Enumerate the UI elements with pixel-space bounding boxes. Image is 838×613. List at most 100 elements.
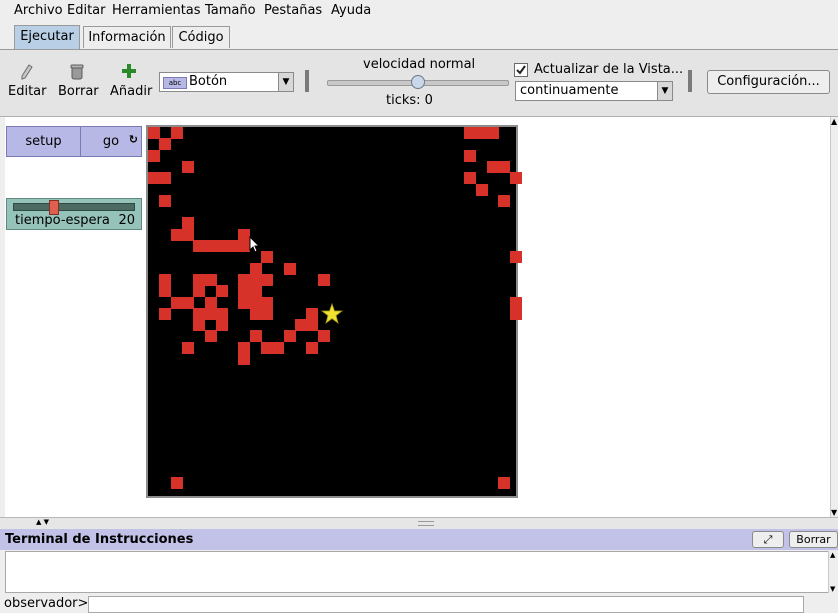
red-patch bbox=[283, 262, 296, 275]
tab-codigo[interactable]: Código bbox=[172, 26, 230, 48]
red-patch bbox=[509, 296, 522, 309]
red-patch bbox=[204, 307, 217, 320]
delete-button[interactable]: Borrar bbox=[56, 62, 102, 102]
red-patch bbox=[170, 228, 183, 241]
red-patch bbox=[238, 285, 251, 298]
red-patch bbox=[159, 172, 172, 185]
red-patch bbox=[148, 172, 160, 185]
update-view-label: Actualizar de la Vista... bbox=[534, 62, 684, 77]
menu-pestanas[interactable]: Pestañas bbox=[264, 3, 322, 18]
menu-editar[interactable]: Editar bbox=[67, 3, 106, 18]
menu-herramientas[interactable]: Herramientas bbox=[112, 3, 201, 18]
red-patch bbox=[306, 341, 319, 354]
edit-button[interactable]: Editar bbox=[6, 62, 48, 102]
red-patch bbox=[261, 251, 273, 264]
splitter-arrows-icon[interactable]: ▲ ▼ bbox=[36, 518, 49, 526]
red-patch bbox=[475, 183, 488, 196]
red-patch bbox=[215, 240, 228, 252]
red-patch bbox=[181, 228, 194, 241]
red-patch bbox=[204, 273, 217, 286]
toolbar: Editar Borrar Añadir abc Botón ▼ velocid… bbox=[0, 50, 838, 117]
red-patch bbox=[509, 251, 522, 264]
menu-tamano[interactable]: Tamaño bbox=[205, 3, 256, 18]
red-patch bbox=[238, 296, 251, 309]
mouse-cursor-icon bbox=[249, 236, 261, 253]
red-patch bbox=[261, 273, 273, 286]
chevron-down-icon: ▼ bbox=[278, 73, 293, 91]
red-patch bbox=[487, 127, 499, 139]
update-mode-select[interactable]: continuamente ▼ bbox=[515, 81, 673, 101]
update-view-checkbox[interactable] bbox=[514, 63, 528, 77]
red-patch bbox=[193, 285, 206, 298]
red-patch bbox=[464, 127, 477, 139]
slider-value: 20 bbox=[118, 213, 135, 228]
red-patch bbox=[238, 273, 251, 286]
settings-button[interactable]: Configuración... bbox=[707, 70, 830, 94]
red-patch bbox=[306, 307, 319, 320]
red-patch bbox=[475, 127, 488, 139]
output-scrollbar[interactable]: ▲ ▼ bbox=[828, 551, 838, 593]
command-output-area bbox=[5, 551, 830, 593]
go-label: go bbox=[102, 134, 120, 149]
expand-terminal-button[interactable]: ⤢ bbox=[752, 531, 784, 548]
tab-informacion[interactable]: Información bbox=[83, 26, 171, 48]
red-patch bbox=[487, 160, 499, 173]
chevron-down-icon: ▼ bbox=[657, 82, 672, 100]
red-patch bbox=[464, 172, 477, 185]
world-view[interactable] bbox=[146, 125, 522, 498]
red-patch bbox=[317, 273, 330, 286]
update-mode-value: continuamente bbox=[520, 83, 619, 98]
add-label: Añadir bbox=[110, 84, 153, 99]
scroll-up-icon[interactable]: ▲ bbox=[830, 551, 835, 559]
button-widget-icon: abc bbox=[163, 77, 187, 89]
red-patch bbox=[159, 194, 172, 207]
trash-icon bbox=[70, 64, 84, 80]
command-center-header: Terminal de Instrucciones ⤢ Borrar bbox=[0, 529, 838, 550]
agent-prompt-label[interactable]: observador> bbox=[4, 596, 88, 611]
red-patch bbox=[159, 273, 172, 286]
tiempo-espera-slider[interactable]: tiempo-espera 20 bbox=[6, 198, 142, 230]
scroll-up-icon[interactable]: ▲ bbox=[831, 117, 837, 126]
red-patch bbox=[249, 273, 262, 286]
red-patch bbox=[148, 149, 160, 162]
menu-bar: Archivo Editar Herramientas Tamaño Pesta… bbox=[0, 0, 838, 23]
slider-name: tiempo-espera bbox=[15, 213, 110, 228]
slider-track[interactable] bbox=[13, 203, 135, 211]
scroll-down-icon[interactable]: ▼ bbox=[830, 585, 835, 593]
red-patch bbox=[215, 285, 228, 298]
red-patch bbox=[215, 319, 228, 332]
command-input[interactable] bbox=[88, 596, 804, 613]
expand-arrow-icon: ⤢ bbox=[763, 533, 773, 546]
red-patch bbox=[261, 296, 273, 309]
red-patch bbox=[159, 285, 172, 298]
widget-type-value: Botón bbox=[189, 74, 228, 89]
red-patch bbox=[306, 319, 319, 332]
red-patch bbox=[498, 160, 511, 173]
red-patch bbox=[294, 319, 307, 332]
splitter-grip-icon[interactable] bbox=[418, 521, 434, 526]
speed-label: velocidad normal bbox=[363, 57, 476, 72]
red-patch bbox=[249, 296, 262, 309]
clear-terminal-button[interactable]: Borrar bbox=[789, 531, 838, 548]
setup-button[interactable]: setup bbox=[6, 126, 81, 157]
red-patch bbox=[204, 330, 217, 343]
scroll-down-icon[interactable]: ▼ bbox=[831, 508, 837, 517]
red-patch bbox=[498, 194, 511, 207]
add-button[interactable]: Añadir bbox=[106, 62, 154, 102]
red-patch bbox=[193, 319, 206, 332]
tab-ejecutar[interactable]: Ejecutar bbox=[14, 25, 80, 49]
red-patch bbox=[509, 172, 522, 185]
checkmark-icon bbox=[516, 65, 526, 75]
red-patch bbox=[249, 285, 262, 298]
red-patch bbox=[159, 307, 172, 320]
menu-ayuda[interactable]: Ayuda bbox=[331, 3, 371, 18]
speed-slider-thumb[interactable] bbox=[411, 75, 425, 89]
red-patch bbox=[249, 262, 262, 275]
widget-type-select[interactable]: abc Botón ▼ bbox=[159, 72, 294, 92]
delete-label: Borrar bbox=[58, 84, 99, 99]
red-patch bbox=[170, 127, 183, 139]
interface-scrollbar[interactable]: ▲ ▼ bbox=[830, 117, 838, 517]
go-button[interactable]: go ↻ bbox=[80, 126, 142, 157]
red-patch bbox=[249, 330, 262, 343]
menu-archivo[interactable]: Archivo bbox=[14, 3, 63, 18]
